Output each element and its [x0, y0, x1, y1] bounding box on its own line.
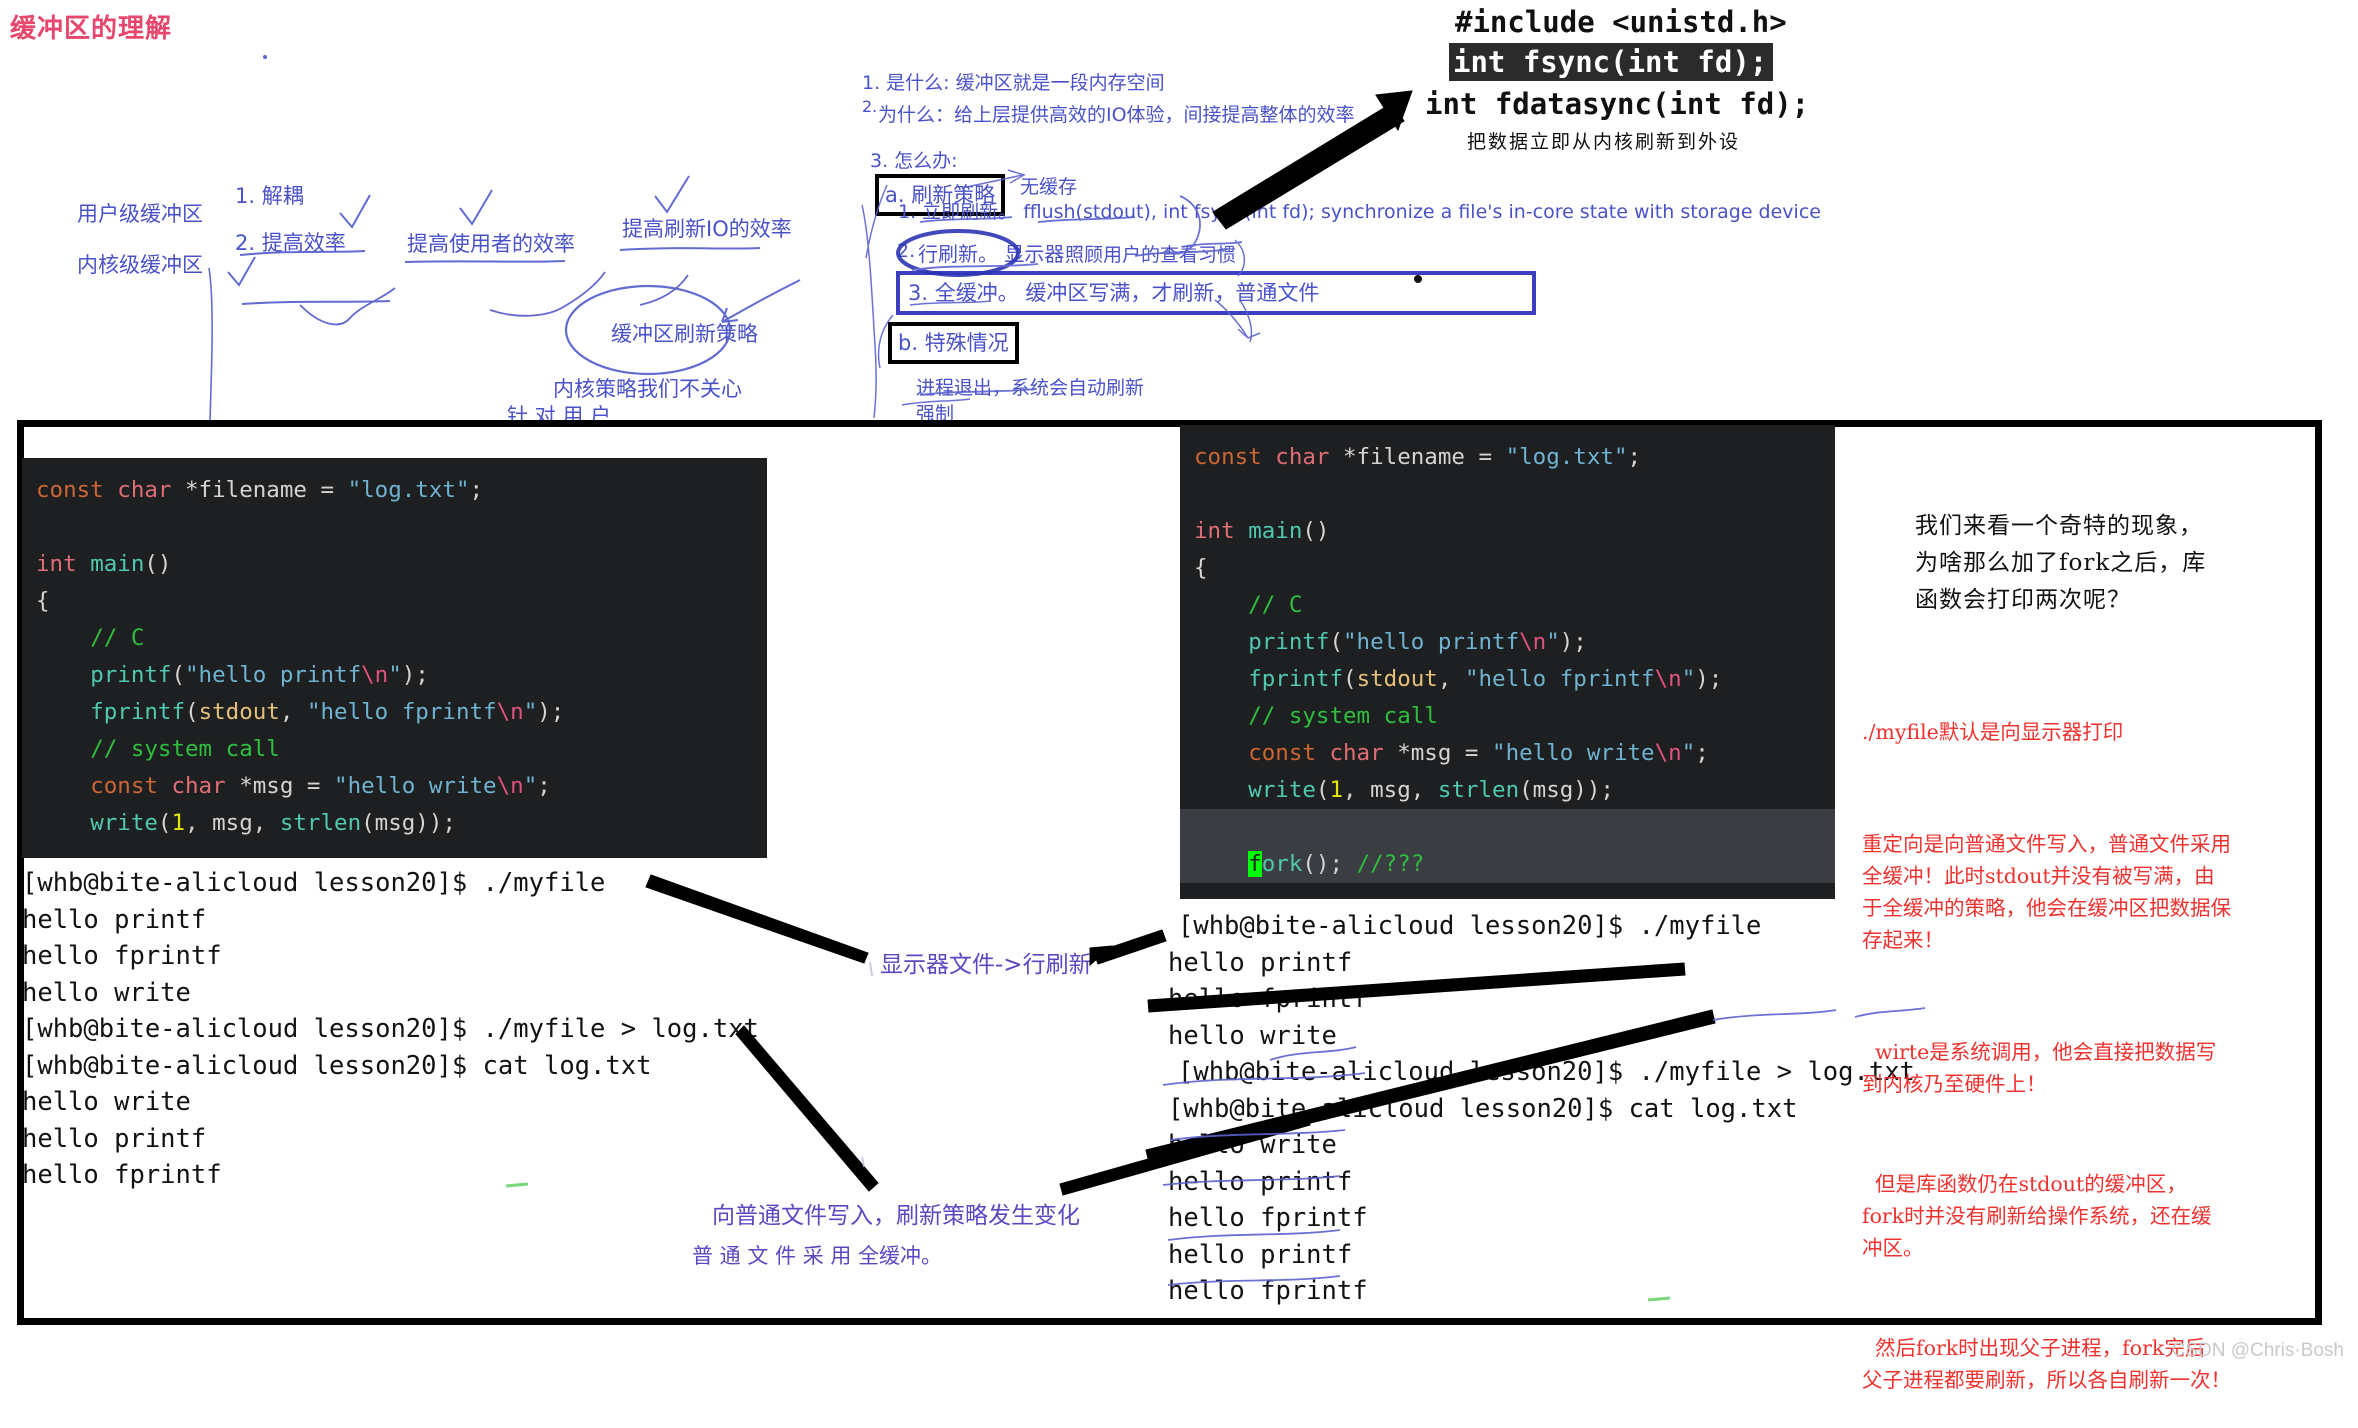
qa-no-cache-label: 无缓存 [1020, 176, 1078, 198]
mindmap-reason-efficiency: 2. 提高效率 [235, 231, 346, 255]
terminal-line: hello printf [22, 1123, 207, 1154]
page-title: 缓冲区的理解 [10, 13, 173, 43]
qa-line-flush-number: 2. [897, 240, 916, 262]
terminal-line: hello fprintf [22, 1160, 222, 1190]
qa-special-case-box: b. 特殊情况 [888, 322, 1019, 364]
annotation-normal-file-full-buffer: 普 通 文 件 采 用 全缓冲。 [692, 1244, 943, 1268]
qa-full-buffer-box: 3. 全缓冲。 缓冲区写满，才刷新，普通文件 [896, 271, 1536, 315]
mindmap-flush-strategy-label: 缓冲区刷新策略 [611, 322, 758, 346]
annotation-monitor-line-flush: 显示器文件->行刷新 [880, 952, 1092, 978]
terminal-output-left: [whb@bite-alicloud lesson20]$ ./myfile h… [22, 865, 759, 1194]
qa-how: 3. 怎么办: [870, 150, 958, 172]
terminal-output-right: [whb@bite-alicloud lesson20]$ ./myfile he… [1168, 908, 1915, 1310]
qa-special-auto-flush: 进程退出，系统会自动刷新 [916, 377, 1145, 399]
terminal-line: [whb@bite-alicloud lesson20]$ ./myfile [22, 868, 606, 898]
commentary-red-p1: ./myfile默认是向显示器打印 [1862, 720, 2124, 744]
terminal-line: hello write [22, 977, 191, 1008]
fsync-signature: int fsync(int fd); [1449, 43, 1774, 81]
commentary-red-p3: wirte是系统调用，他会直接把数据写 到内核乃至硬件上！ [1862, 1040, 2217, 1096]
qa-why: 为什么：给上层提供高效的IO体验，间接提高整体的效率 [878, 104, 1355, 126]
terminal-line: hello printf [1168, 1166, 1353, 1197]
terminal-line: hello fprintf [1168, 1276, 1368, 1306]
code-highlight-row: fork(); //??? [1180, 809, 1835, 883]
code-block-left: const char *filename = "log.txt"; int ma… [22, 458, 767, 858]
terminal-line: [whb@bite-alicloud lesson20]$ ./myfile [1178, 911, 1762, 941]
commentary-red-p4: 但是库函数仍在stdout的缓冲区， fork时并没有刷新给操作系统，还在缓 冲… [1862, 1172, 2212, 1260]
fdatasync-signature: int fdatasync(int fd); [1425, 87, 1810, 121]
mindmap-kernel-note: 内核策略我们不关心 [553, 377, 742, 401]
qa-why-number: 2. [862, 97, 878, 116]
mindmap-label-user-buffer: 用户级缓冲区 [77, 202, 203, 226]
terminal-line: [whb@bite-alicloud lesson20]$ ./myfile >… [1178, 1057, 1915, 1087]
mindmap-label-kernel-buffer: 内核级缓冲区 [77, 253, 203, 277]
terminal-line: hello write [1168, 1130, 1337, 1160]
terminal-line: [whb@bite-alicloud lesson20]$ ./myfile >… [22, 1014, 759, 1044]
terminal-line: [whb@bite-alicloud lesson20]$ cat log.tx… [1168, 1093, 1798, 1124]
include-line: #include <unistd.h> [1455, 5, 1787, 39]
terminal-line: hello fprintf [1168, 984, 1368, 1014]
commentary-black: 我们来看一个奇特的现象， 为啥那么加了fork之后，库 函数会打印两次呢？ [1915, 513, 2207, 613]
mindmap-reason-decouple: 1. 解耦 [235, 184, 304, 208]
terminal-line: hello fprintf [22, 941, 222, 971]
terminal-line: hello fprintf [1168, 1203, 1368, 1233]
qa-line-flush-tail: 照顾用户的查看习惯 [1065, 244, 1237, 266]
qa-line-flush: 行刷新。 显示器 [918, 242, 1065, 266]
commentary-red-p2: 重定向是向普通文件写入，普通文件采用 全缓冲！此时stdout并没有被写满，由 … [1862, 832, 2231, 952]
terminal-line: hello printf [1168, 1239, 1353, 1270]
mindmap-benefit-io: 提高刷新IO的效率 [622, 217, 792, 241]
mindmap-benefit-user: 提高使用者的效率 [407, 232, 575, 256]
annotation-normal-file-change: 向普通文件写入，刷新策略发生变化 [712, 1203, 1080, 1229]
commentary-red: ./myfile默认是向显示器打印 重定向是向普通文件写入，普通文件采用 全缓冲… [1862, 652, 2231, 1428]
qa-what-is: 1. 是什么: 缓冲区就是一段内存空间 [862, 72, 1165, 94]
header-code-block: #include <unistd.h> int fsync(int fd); i… [1425, 5, 1809, 154]
qa-immediate-flush: 1. 立即刷新。 fflush(stdout), int fsync(int f… [898, 201, 1821, 223]
terminal-line: hello printf [1168, 947, 1353, 978]
terminal-line: hello write [1168, 1020, 1337, 1051]
watermark: CSDN @Chris·Bosh [2171, 1340, 2344, 1361]
terminal-line: [whb@bite-alicloud lesson20]$ cat log.tx… [22, 1050, 652, 1081]
header-code-caption: 把数据立即从内核刷新到外设 [1467, 131, 1741, 153]
terminal-line: hello printf [22, 904, 207, 935]
code-block-right: const char *filename = "log.txt"; int ma… [1180, 425, 1835, 899]
terminal-line: hello write [22, 1087, 191, 1117]
